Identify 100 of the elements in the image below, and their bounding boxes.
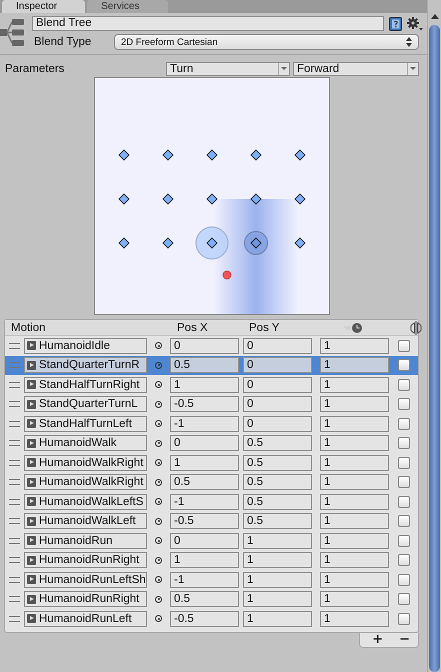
blend-space-diagram[interactable]	[94, 77, 330, 315]
drag-handle-icon[interactable]	[9, 401, 20, 408]
pos-y-field[interactable]: 1	[243, 532, 312, 549]
mirror-checkbox[interactable]	[398, 554, 410, 566]
pos-y-field[interactable]: 0.5	[243, 474, 312, 490]
object-picker-icon[interactable]	[155, 556, 162, 564]
y-parameter-dropdown[interactable]: Forward	[293, 62, 419, 76]
drag-handle-icon[interactable]	[9, 557, 20, 564]
drag-handle-icon[interactable]	[9, 479, 20, 486]
motion-field[interactable]: HumanoidWalkRight	[24, 474, 147, 490]
motion-field[interactable]: StandQuarterTurnL	[24, 396, 147, 412]
object-picker-icon[interactable]	[155, 400, 162, 408]
pos-y-field[interactable]: 1	[243, 610, 312, 627]
object-picker-icon[interactable]	[155, 478, 162, 486]
pos-x-field[interactable]: -1	[170, 572, 239, 588]
object-picker-icon[interactable]	[155, 498, 162, 506]
pos-y-field[interactable]: 0.5	[243, 513, 312, 530]
pos-y-field[interactable]: 1	[243, 552, 312, 568]
motion-field[interactable]: HumanoidWalkRight	[24, 454, 147, 471]
mirror-checkbox[interactable]	[398, 378, 410, 391]
drag-handle-icon[interactable]	[9, 596, 20, 602]
pos-x-field[interactable]: 0.5	[170, 474, 239, 490]
pos-y-field[interactable]: 0.5	[243, 454, 312, 471]
help-book-icon[interactable]	[389, 16, 402, 30]
pos-y-field[interactable]: 0.5	[243, 435, 312, 452]
selected-row[interactable]: StandQuarterTurnR 0.5 0 1	[5, 356, 418, 375]
speed-field[interactable]: 1	[320, 494, 389, 510]
object-picker-icon[interactable]	[155, 420, 162, 428]
remove-button[interactable]: −	[399, 632, 410, 646]
pos-x-field[interactable]: 0.5	[170, 591, 239, 608]
drag-handle-icon[interactable]	[9, 460, 20, 466]
speed-field[interactable]: 1	[320, 416, 389, 432]
pos-x-field[interactable]: -0.5	[170, 513, 239, 530]
speed-field[interactable]: 1	[320, 513, 389, 530]
tab[interactable]: Inspector	[2, 0, 86, 13]
object-picker-icon[interactable]	[155, 576, 162, 584]
drag-handle-icon[interactable]	[9, 518, 20, 524]
pos-y-field[interactable]: 0	[243, 396, 312, 412]
pos-y-field[interactable]: 0	[243, 338, 312, 354]
scrollbar[interactable]	[427, 0, 441, 672]
object-picker-icon[interactable]	[155, 381, 162, 388]
motion-field[interactable]: HumanoidRunRight	[24, 591, 147, 608]
object-picker-icon[interactable]	[155, 615, 162, 622]
name-field[interactable]: Blend Tree	[32, 16, 384, 31]
drag-handle-icon[interactable]	[9, 342, 20, 349]
x-parameter-dropdown[interactable]: Turn	[166, 62, 290, 76]
blend-type-dropdown[interactable]: 2D Freeform Cartesian	[114, 34, 419, 50]
pos-x-field[interactable]: 0.5	[170, 357, 239, 374]
pos-y-field[interactable]: 0	[243, 416, 312, 432]
pos-y-field[interactable]: 1	[243, 572, 312, 588]
scrollbar-thumb[interactable]	[429, 25, 440, 672]
speed-field[interactable]: 1	[320, 474, 389, 490]
drag-handle-icon[interactable]	[9, 420, 20, 427]
speed-field[interactable]: 1	[320, 572, 389, 588]
mirror-checkbox[interactable]	[398, 534, 410, 547]
motion-field[interactable]: HumanoidWalk	[24, 435, 147, 452]
speed-field[interactable]: 1	[320, 396, 389, 412]
drag-handle-icon[interactable]	[9, 616, 20, 622]
drag-handle-icon[interactable]	[9, 440, 20, 446]
object-picker-icon[interactable]	[155, 596, 162, 603]
speed-field[interactable]: 1	[320, 591, 389, 608]
pos-x-field[interactable]: 0	[170, 338, 239, 354]
mirror-checkbox[interactable]	[398, 398, 410, 410]
mirror-checkbox[interactable]	[398, 593, 410, 606]
mirror-checkbox[interactable]	[398, 456, 410, 469]
pos-x-field[interactable]: -0.5	[170, 610, 239, 627]
motion-field[interactable]: HumanoidRunLeftSh	[24, 572, 147, 588]
mirror-checkbox[interactable]	[398, 418, 410, 430]
pos-x-field[interactable]: -0.5	[170, 396, 239, 412]
pos-x-field[interactable]: -1	[170, 416, 239, 432]
mirror-checkbox[interactable]	[398, 574, 410, 586]
object-picker-icon[interactable]	[155, 459, 162, 466]
mirror-checkbox[interactable]	[398, 340, 410, 352]
pos-y-field[interactable]: 1	[243, 591, 312, 608]
speed-field[interactable]: 1	[320, 454, 389, 471]
motion-field[interactable]: StandHalfTurnLeft	[24, 416, 147, 432]
drag-handle-icon[interactable]	[9, 576, 20, 583]
scroll-up-icon[interactable]	[430, 14, 438, 19]
motion-field[interactable]: StandQuarterTurnR	[24, 357, 147, 374]
object-picker-icon[interactable]	[155, 518, 162, 525]
motion-field[interactable]: StandHalfTurnRight	[24, 376, 147, 393]
pos-y-field[interactable]: 0.5	[243, 494, 312, 510]
speed-field[interactable]: 1	[320, 435, 389, 452]
mirror-checkbox[interactable]	[398, 359, 410, 372]
object-picker-icon[interactable]	[155, 537, 162, 544]
motion-field[interactable]: HumanoidRun	[24, 532, 147, 549]
pos-x-field[interactable]: 1	[170, 454, 239, 471]
motion-field[interactable]: HumanoidIdle	[24, 338, 147, 354]
pos-x-field[interactable]: 0	[170, 435, 239, 452]
mirror-checkbox[interactable]	[398, 437, 410, 450]
settings-icon[interactable]	[407, 16, 423, 30]
pos-x-field[interactable]: 0	[170, 532, 239, 549]
speed-field[interactable]: 1	[320, 357, 389, 374]
speed-field[interactable]: 1	[320, 338, 389, 354]
drag-handle-icon[interactable]	[9, 382, 20, 388]
drag-handle-icon[interactable]	[9, 362, 20, 368]
pos-y-field[interactable]: 0	[243, 357, 312, 374]
pos-x-field[interactable]: 1	[170, 552, 239, 568]
tab[interactable]: Services	[87, 0, 168, 13]
mirror-checkbox[interactable]	[398, 476, 410, 488]
